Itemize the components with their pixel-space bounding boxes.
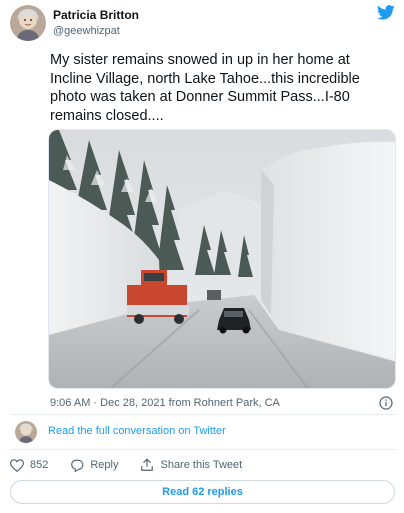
reply-avatar bbox=[15, 421, 37, 443]
author-handle[interactable]: @geewhizpat bbox=[53, 25, 120, 37]
read-replies-label: Read 62 replies bbox=[162, 486, 243, 498]
tweet-actions: 852 Reply Share this Tweet bbox=[10, 457, 264, 473]
reply-icon bbox=[71, 459, 84, 472]
reply-button[interactable]: Reply bbox=[70, 459, 118, 472]
like-count: 852 bbox=[30, 459, 49, 471]
author-avatar[interactable] bbox=[10, 5, 46, 41]
tweet-photo[interactable] bbox=[48, 129, 396, 389]
heart-icon bbox=[10, 458, 24, 472]
author-name[interactable]: Patricia Britton bbox=[53, 8, 139, 22]
share-icon bbox=[141, 458, 154, 471]
tweet-timestamp[interactable]: 9:06 AM · Dec 28, 2021 from Rohnert Park… bbox=[50, 397, 280, 409]
share-label: Share this Tweet bbox=[160, 459, 243, 471]
divider bbox=[10, 449, 396, 450]
twitter-bird-icon[interactable] bbox=[377, 5, 395, 20]
tweet-embed-card: Patricia Britton @geewhizpat My sister r… bbox=[0, 0, 404, 513]
like-button[interactable]: 852 bbox=[10, 458, 49, 472]
info-icon[interactable] bbox=[379, 396, 393, 410]
tweet-text: My sister remains snowed in up in her ho… bbox=[50, 52, 360, 124]
share-button[interactable]: Share this Tweet bbox=[140, 458, 242, 472]
divider bbox=[10, 414, 396, 415]
read-conversation-link[interactable]: Read the full conversation on Twitter bbox=[48, 425, 226, 437]
read-replies-button[interactable]: Read 62 replies bbox=[10, 480, 395, 504]
reply-label: Reply bbox=[90, 459, 119, 471]
